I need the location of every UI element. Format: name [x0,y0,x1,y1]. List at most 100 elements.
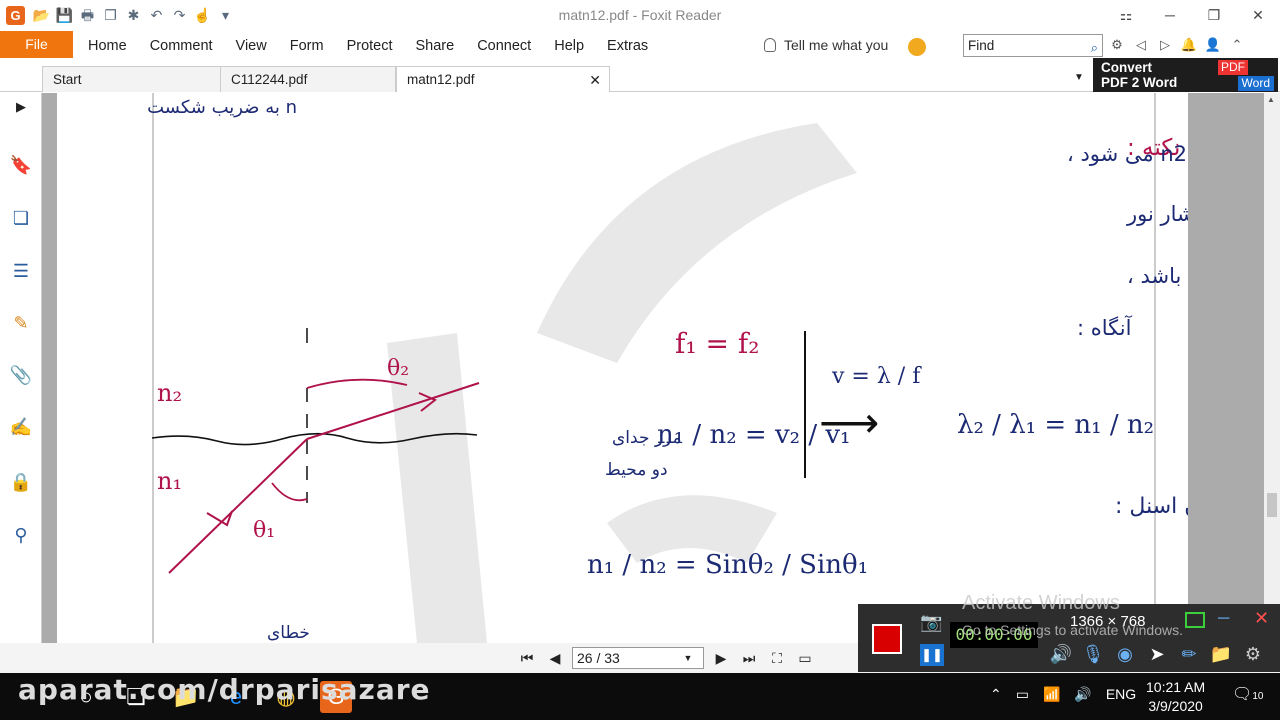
tab-list-chevron-icon[interactable]: ▼ [1074,72,1084,83]
menu-form[interactable]: Form [278,31,335,61]
collapse-ribbon-icon[interactable]: ⌃ [1228,36,1246,54]
last-page-icon[interactable]: ⏭ [738,650,760,667]
settings-gear-icon[interactable]: ⚙ [1240,644,1266,668]
maximize-button[interactable]: ❐ [1192,0,1236,31]
theta1-label: θ₁ [253,518,275,543]
tab-label: matn12.pdf [407,72,475,87]
doc-line-2: زاویه ی تابش θ1 و زاویه ی شکست θ2 است. ا… [1126,202,1188,227]
save-icon[interactable]: 💾 [55,6,74,25]
menu-comment[interactable]: Comment [138,31,224,61]
fit-page-icon[interactable]: ⛶ [766,650,788,667]
page-dropdown-chevron-icon[interactable]: ▼ [677,648,699,668]
ribbon-tools: ⚙ ◁ ▷ 🔔 👤 ⌃ [1108,36,1246,54]
undo-icon[interactable]: ↶ [147,6,166,25]
tell-me-box[interactable]: Tell me what you [764,37,888,53]
menu-protect[interactable]: Protect [335,31,404,61]
menu-view[interactable]: View [224,31,278,61]
page-number-field[interactable]: 26 / 33 ▼ [572,647,704,669]
comments-icon[interactable]: ✎ [9,311,33,335]
find-placeholder: Find [968,38,995,53]
new-icon[interactable]: ✱ [124,6,143,25]
theta2-label: θ₂ [387,356,409,381]
clock-date: 3/9/2020 [1148,698,1203,714]
pages-icon[interactable]: ❏ [9,206,33,230]
vertical-scrollbar[interactable]: ▲ [1264,93,1280,643]
folder-icon[interactable]: 📁 [1208,644,1234,668]
record-stop-button[interactable] [872,624,902,654]
customize-chevron-icon[interactable]: ▾ [216,6,235,25]
promo-pdf-badge: PDF [1218,60,1248,75]
minimize-recorder-icon[interactable]: ─ [1218,610,1229,628]
security-lock-icon[interactable]: 🔒 [9,470,33,494]
open-icon[interactable]: 📂 [32,6,51,25]
menu-connect[interactable]: Connect [465,31,542,61]
tell-me-text: Tell me what you [784,37,889,53]
tab-c112244[interactable]: C112244.pdf [220,66,396,92]
angle-arc-theta1 [271,482,308,502]
settings-gear-icon[interactable]: ⚙ [1108,36,1126,54]
battery-icon[interactable]: ▭ [1016,686,1029,703]
camera-icon[interactable]: 📷 [920,612,942,633]
previous-page-icon[interactable]: ◀ [544,650,566,667]
account-icon[interactable]: 👤 [1204,36,1222,54]
show-hidden-icons-chevron-icon[interactable]: ⌃ [990,686,1002,703]
tab-matn12[interactable]: matn12.pdf ✕ [396,66,610,92]
print-icon[interactable]: 🖶 [78,6,97,25]
header-fragment: به ضریب شکست n [147,97,297,118]
menu-home[interactable]: Home [76,31,138,61]
cursor-icon[interactable]: ➤ [1144,644,1170,668]
signature-icon[interactable]: ✍ [9,415,33,439]
promo-word-badge: Word [1237,76,1274,91]
minimize-button[interactable]: ─ [1148,0,1192,31]
taskbar-clock[interactable]: 10:21 AM 3/9/2020 [1146,678,1205,716]
convert-pdf-2-word-ad[interactable]: Convert PDF 2 Word PDF Word [1093,58,1278,92]
scrollbar-thumb[interactable] [1267,493,1277,517]
redo-icon[interactable]: ↷ [170,6,189,25]
expand-panel-arrow-icon[interactable]: ▶ [9,95,33,119]
foxit-app-icon[interactable]: G [6,6,25,25]
close-recorder-icon[interactable]: ✕ [1254,608,1269,629]
destinations-icon[interactable]: ⚲ [9,523,33,547]
feedback-smiley-icon[interactable] [908,38,926,56]
speaker-icon[interactable]: 🔊 [1048,644,1074,668]
page-number-text: 26 / 33 [577,650,620,666]
close-tab-icon[interactable]: ✕ [589,67,601,93]
menu-extras[interactable]: Extras [595,31,659,61]
bookmarks-icon[interactable]: 🔖 [9,153,33,177]
activate-windows-subtitle: Go to Settings to activate Windows. [962,622,1183,638]
region-select-icon[interactable] [1185,612,1205,628]
restore-ribbon-icon[interactable]: ⚏ [1104,0,1148,31]
network-icon[interactable]: 📶 [1043,686,1060,703]
file-tab[interactable]: File [0,31,73,58]
handwritten-page-content: به ضریب شکست n نکته : نور از محیطی به ضر… [147,93,1188,643]
continuous-view-icon[interactable]: ▭ [794,650,816,667]
scroll-up-arrow-icon[interactable]: ▲ [1267,95,1275,104]
hand-tool-icon[interactable]: ☝ [193,6,212,25]
properties-icon[interactable]: ❐ [101,6,120,25]
forward-arrow-icon[interactable]: ▷ [1156,36,1174,54]
find-input[interactable]: Find ⌕ [963,34,1103,57]
tab-start[interactable]: Start [42,66,222,92]
search-icon[interactable]: ⌕ [1091,37,1098,58]
microphone-icon[interactable]: 🎙 [1080,644,1106,668]
attachments-icon[interactable]: 📎 [9,363,33,387]
notification-bell-icon[interactable]: 🔔 [1180,36,1198,54]
ribbon-menu: Home Comment View Form Protect Share Con… [76,31,659,61]
layers-icon[interactable]: ☰ [9,259,33,283]
pause-button[interactable]: ❚❚ [920,644,944,666]
close-button[interactable]: ✕ [1236,0,1280,31]
pen-icon[interactable]: ✏ [1176,644,1202,668]
notifications-icon[interactable]: 🗨10 [1232,684,1263,704]
recorder-tools: 🔊 🎙 ◉ ➤ ✏ 📁 ⚙ [1048,644,1266,668]
back-arrow-icon[interactable]: ◁ [1132,36,1150,54]
language-indicator[interactable]: ENG [1106,686,1136,703]
next-page-icon[interactable]: ▶ [710,650,732,667]
menu-help[interactable]: Help [542,31,595,61]
v-lambda-equation: v = λ / f [831,364,922,389]
volume-icon[interactable]: 🔊 [1074,686,1091,703]
webcam-icon[interactable]: ◉ [1112,644,1138,668]
first-page-icon[interactable]: ⏮ [516,650,538,667]
menu-share[interactable]: Share [404,31,466,61]
clock-time: 10:21 AM [1146,679,1206,695]
pdf-page[interactable]: به ضریب شکست n نکته : نور از محیطی به ضر… [57,93,1188,643]
